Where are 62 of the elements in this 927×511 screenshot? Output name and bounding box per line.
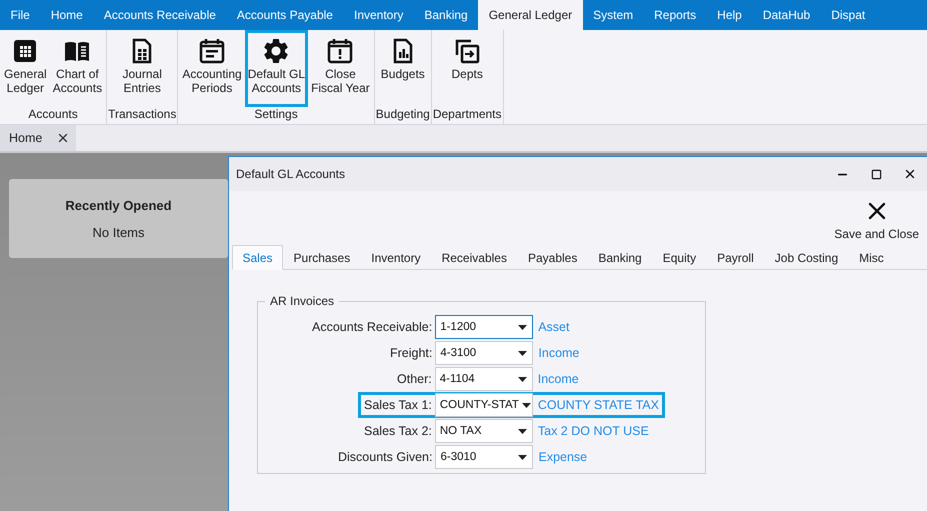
- tab[interactable]: Sales: [232, 245, 284, 270]
- save-and-close-button[interactable]: Save and Close: [834, 197, 919, 241]
- ribbon-button[interactable]: Chart of Accounts: [50, 30, 106, 107]
- menu-tab[interactable]: Home: [40, 0, 94, 30]
- menu-tab[interactable]: Help: [706, 0, 752, 30]
- ribbon-button[interactable]: Accounting Periods: [179, 30, 245, 107]
- menu-tab[interactable]: File: [0, 0, 40, 30]
- account-dropdown[interactable]: NO TAX: [434, 419, 533, 443]
- menu-tab[interactable]: Accounts Payable: [226, 0, 344, 30]
- copy-arrow-icon: [453, 37, 482, 65]
- tab[interactable]: Banking: [588, 245, 652, 270]
- caret-icon: [522, 402, 531, 408]
- tab[interactable]: Purchases: [283, 245, 361, 270]
- tab[interactable]: Job Costing: [764, 245, 849, 270]
- field-label: Accounts Receivable:: [312, 320, 432, 334]
- group-title: AR Invoices: [269, 294, 336, 308]
- tab[interactable]: Payables: [517, 245, 588, 270]
- card-title: Recently Opened: [65, 198, 172, 212]
- menu-tab[interactable]: Dispat: [820, 0, 876, 30]
- ribbon-button[interactable]: Depts: [448, 30, 486, 107]
- menu-tab[interactable]: System: [582, 0, 644, 30]
- account-dropdown[interactable]: COUNTY-STAT: [434, 393, 533, 417]
- window-title: Default GL Accounts: [236, 167, 346, 181]
- tab[interactable]: Payroll: [706, 245, 764, 270]
- tab[interactable]: Inventory: [360, 245, 432, 270]
- account-dropdown[interactable]: 1-1200: [435, 315, 534, 339]
- caret-icon: [518, 324, 528, 330]
- account-dropdown[interactable]: 6-3010: [435, 445, 534, 469]
- menu-tab[interactable]: DataHub: [752, 0, 821, 30]
- calendar-icon: [198, 37, 226, 65]
- ribbon-button[interactable]: Default GL Accounts: [244, 30, 308, 107]
- caret-icon: [518, 376, 527, 382]
- ribbon-button[interactable]: Close Fiscal Year: [308, 30, 373, 107]
- field-label: Other:: [397, 372, 432, 386]
- group-label: Accounts: [28, 107, 78, 123]
- menu-tab[interactable]: Reports: [644, 0, 707, 30]
- field-label: Freight:: [390, 346, 432, 360]
- tab[interactable]: Equity: [652, 245, 707, 270]
- menu-tab[interactable]: Accounts Receivable: [93, 0, 226, 30]
- caret-icon: [518, 454, 528, 460]
- calendar-alert-icon: [326, 37, 354, 65]
- tab[interactable]: Misc: [848, 245, 894, 270]
- account-dropdown[interactable]: 4-3100: [435, 341, 534, 365]
- group-label: Budgeting: [376, 107, 430, 123]
- menu-tab[interactable]: Banking: [414, 0, 478, 30]
- tab[interactable]: Receivables: [431, 245, 518, 270]
- empty-text: No Items: [92, 224, 144, 240]
- field-label: Discounts Given:: [338, 450, 432, 464]
- ribbon-button[interactable]: Journal Entries: [120, 30, 165, 107]
- ribbon-button[interactable]: General Ledger: [1, 30, 50, 107]
- caret-icon: [518, 428, 527, 434]
- group-label: Transactions: [108, 107, 176, 123]
- field-label: Sales Tax 1:: [364, 398, 432, 412]
- ribbon-button[interactable]: Budgets: [378, 30, 428, 107]
- document-tab[interactable]: Home: [0, 125, 76, 151]
- group-label: Departments: [432, 107, 502, 123]
- caret-icon: [518, 350, 528, 356]
- account-dropdown[interactable]: 4-1104: [434, 367, 533, 391]
- menu-tab[interactable]: Inventory: [343, 0, 414, 30]
- menu-tab[interactable]: General Ledger: [478, 0, 583, 30]
- group-label: Settings: [254, 107, 298, 123]
- field-label: Sales Tax 2:: [364, 424, 432, 438]
